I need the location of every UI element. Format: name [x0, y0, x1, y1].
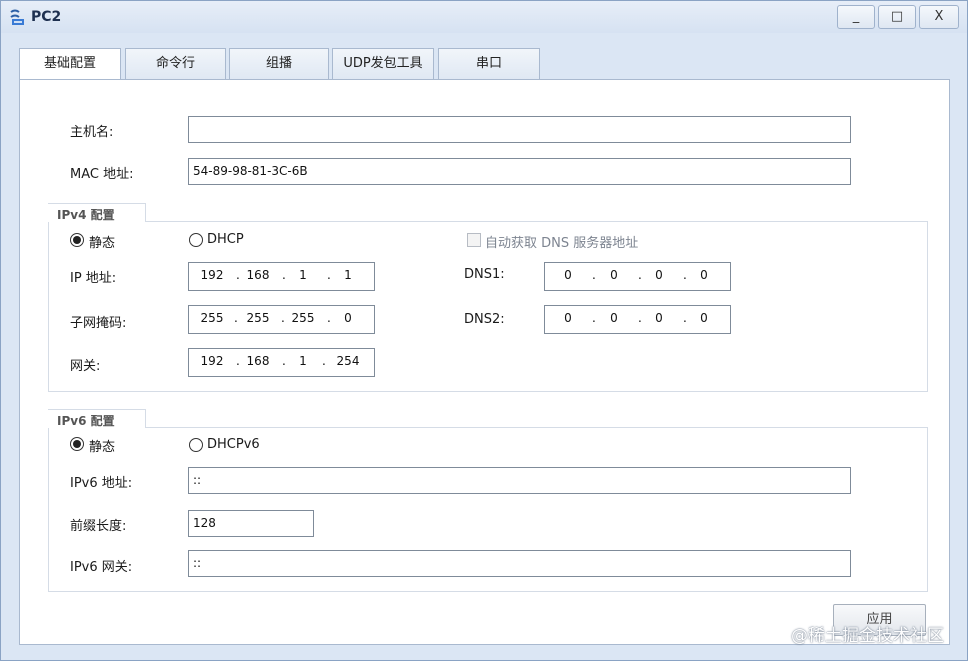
ip-octet: 1 [299, 354, 307, 368]
ip-dot: . [236, 268, 240, 282]
subnet-mask-input[interactable]: 255 . 255 . 255 . 0 [188, 305, 375, 334]
tab-command-line[interactable]: 命令行 [125, 48, 226, 80]
pc-app-icon [10, 9, 24, 25]
ipv4-dhcp-radio[interactable] [189, 233, 203, 247]
ip-dot: . [638, 268, 642, 282]
maximize-icon: □ [890, 9, 904, 24]
close-icon: X [934, 9, 944, 24]
subnet-mask-label: 子网掩码: [70, 316, 127, 331]
ip-octet: 0 [655, 311, 663, 325]
tab-udp-tool[interactable]: UDP发包工具 [332, 48, 434, 80]
ip-dot: . [683, 268, 687, 282]
ipv4-group-title: IPv4 配置 [53, 206, 119, 223]
mac-input[interactable]: 54-89-98-81-3C-6B [188, 158, 851, 185]
ip-octet: 0 [610, 268, 618, 282]
ip-octet: 0 [564, 268, 572, 282]
ip-octet: 0 [610, 311, 618, 325]
ip-address-input[interactable]: 192 . 168 . 1 . 1 [188, 262, 375, 291]
ipv6-static-radio[interactable] [70, 437, 84, 451]
dns2-input[interactable]: 0 . 0 . 0 . 0 [544, 305, 731, 334]
ip-octet: 168 [246, 354, 270, 368]
ip-octet: 255 [291, 311, 315, 325]
ipv6-static-label: 静态 [89, 440, 116, 455]
ip-octet: 1 [299, 268, 307, 282]
ip-dot: . [592, 311, 596, 325]
ipv4-static-label: 静态 [89, 236, 116, 251]
dns1-input[interactable]: 0 . 0 . 0 . 0 [544, 262, 731, 291]
ip-octet: 0 [700, 311, 708, 325]
tab-multicast[interactable]: 组播 [229, 48, 329, 80]
watermark-text: @稀土掘金技术社区 [791, 626, 944, 646]
ip-dot: . [281, 311, 285, 325]
ip-octet: 254 [336, 354, 360, 368]
ipv6-address-input[interactable]: :: [188, 467, 851, 494]
ip-dot: . [236, 354, 240, 368]
ipv4-dhcp-label: DHCP [207, 232, 244, 247]
ip-octet: 1 [344, 268, 352, 282]
ip-dot: . [282, 268, 286, 282]
ip-octet: 0 [564, 311, 572, 325]
pc2-config-window: PC2 _ □ X 基础配置 命令行 组播 UDP发包工具 串口 主机名: MA… [0, 0, 968, 661]
ip-dot: . [234, 311, 238, 325]
hostname-input[interactable] [188, 116, 851, 143]
ip-octet: 0 [344, 311, 352, 325]
ip-octet: 192 [200, 354, 224, 368]
prefix-length-label: 前缀长度: [70, 519, 127, 534]
ip-dot: . [282, 354, 286, 368]
maximize-button[interactable]: □ [878, 5, 916, 29]
close-button[interactable]: X [919, 5, 959, 29]
ip-dot: . [683, 311, 687, 325]
auto-dns-checkbox[interactable] [467, 233, 481, 247]
ipv6-group-title: IPv6 配置 [53, 412, 119, 429]
hostname-label: 主机名: [70, 125, 114, 140]
mac-label: MAC 地址: [70, 167, 134, 182]
ip-octet: 0 [655, 268, 663, 282]
ipv6-dhcp-label: DHCPv6 [207, 437, 260, 452]
dns2-label: DNS2: [464, 312, 505, 327]
dns1-label: DNS1: [464, 267, 505, 282]
prefix-length-input[interactable]: 128 [188, 510, 314, 537]
ip-dot: . [638, 311, 642, 325]
tab-basic-config[interactable]: 基础配置 [19, 48, 121, 81]
ipv6-address-label: IPv6 地址: [70, 476, 133, 491]
minimize-icon: _ [852, 9, 860, 24]
ipv6-gateway-input[interactable]: :: [188, 550, 851, 577]
ip-octet: 168 [246, 268, 270, 282]
window-title: PC2 [31, 9, 62, 25]
auto-dns-label: 自动获取 DNS 服务器地址 [485, 236, 639, 251]
ip-dot: . [327, 311, 331, 325]
tab-serial[interactable]: 串口 [438, 48, 540, 80]
minimize-button[interactable]: _ [837, 5, 875, 29]
ip-dot: . [327, 268, 331, 282]
gateway-input[interactable]: 192 . 168 . 1 . 254 [188, 348, 375, 377]
ip-octet: 255 [200, 311, 224, 325]
ip-dot: . [592, 268, 596, 282]
gateway-label: 网关: [70, 359, 101, 374]
title-bar[interactable]: PC2 _ □ X [1, 1, 967, 33]
ipv4-static-radio[interactable] [70, 233, 84, 247]
ipv6-gateway-label: IPv6 网关: [70, 560, 133, 575]
ip-octet: 192 [200, 268, 224, 282]
ip-address-label: IP 地址: [70, 271, 117, 286]
ip-dot: . [322, 354, 326, 368]
ip-octet: 255 [246, 311, 270, 325]
ip-octet: 0 [700, 268, 708, 282]
ipv6-dhcp-radio[interactable] [189, 438, 203, 452]
